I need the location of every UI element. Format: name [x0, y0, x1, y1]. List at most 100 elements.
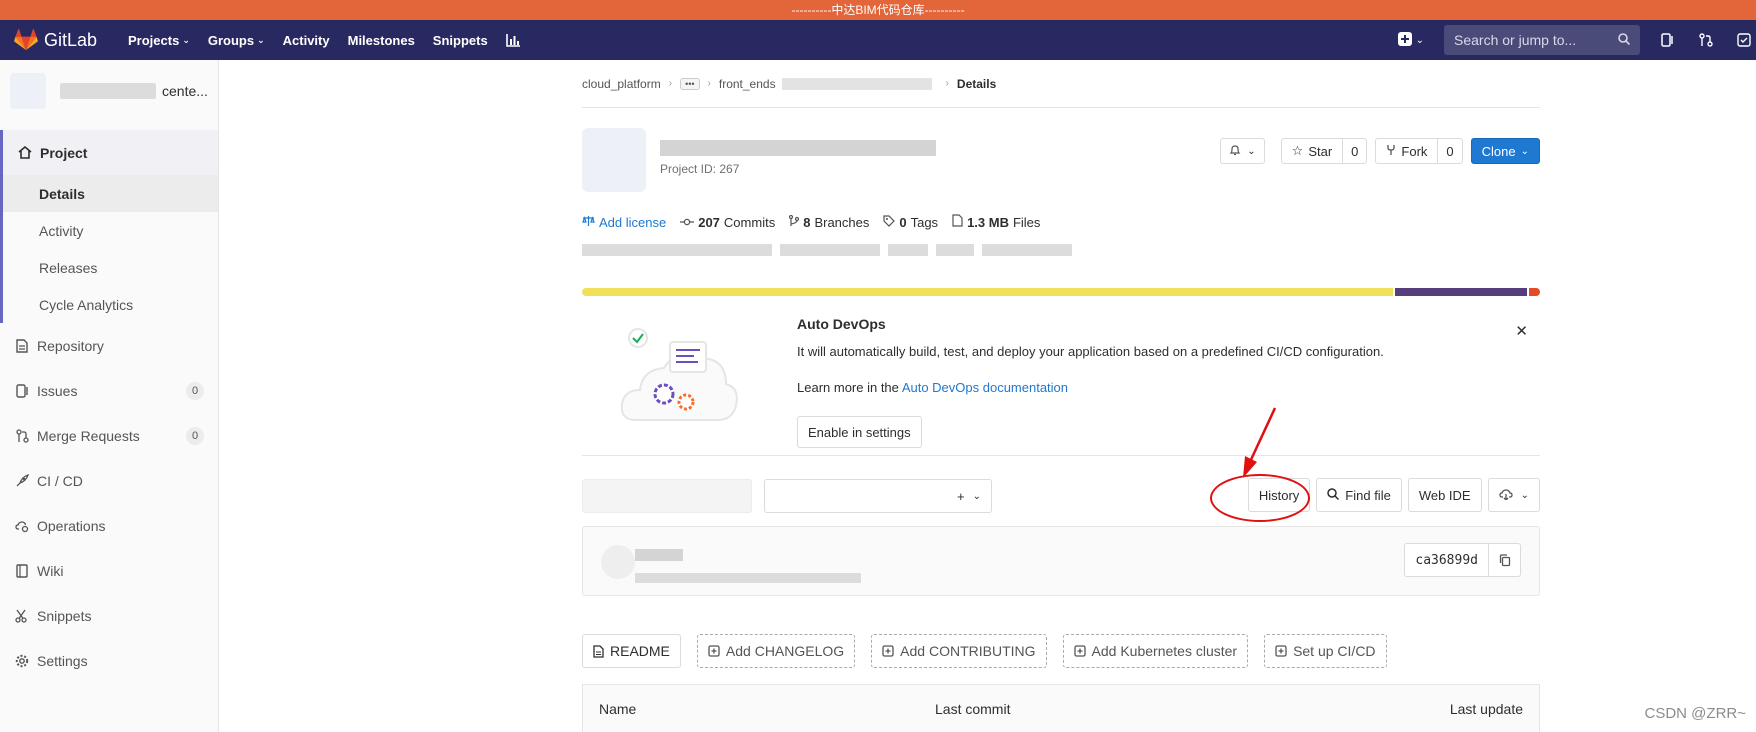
add-changelog-button[interactable]: Add CHANGELOG [696, 634, 856, 668]
enable-in-settings-button[interactable]: Enable in settings [797, 416, 922, 448]
blurred-commit-meta [635, 573, 861, 583]
sidebar-item-cycle-analytics[interactable]: Cycle Analytics [3, 286, 218, 323]
notification-dropdown-button[interactable]: ⌄ [1220, 138, 1265, 164]
nav-groups-label: Groups [207, 32, 255, 48]
blurred-path-dropdown[interactable]: + ⌄ [764, 479, 992, 513]
tags-count: 0 [899, 214, 907, 230]
add-license-link[interactable]: Add license [582, 215, 666, 230]
project-sidebar: cente... Project Details Activity Releas… [0, 60, 219, 732]
clone-dropdown-button[interactable]: Clone ⌄ [1470, 138, 1540, 164]
star-group: ☆ Star 0 [1280, 138, 1368, 164]
breadcrumb-group[interactable]: front_ends [719, 77, 776, 91]
add-license-label: Add license [599, 214, 667, 230]
sidebar-item-releases[interactable]: Releases [3, 249, 218, 286]
breadcrumb-more-icon[interactable]: ••• [680, 77, 700, 90]
download-dropdown-button[interactable]: ⌄ [1487, 478, 1540, 512]
nav-snippets[interactable]: Snippets [433, 33, 488, 48]
nav-activity[interactable]: Activity [283, 33, 330, 48]
issues-icon[interactable] [1656, 28, 1680, 52]
fork-icon [1386, 144, 1396, 159]
auto-devops-docs-link[interactable]: Auto DevOps documentation [902, 380, 1068, 395]
sidebar-item-ci-cd[interactable]: CI / CD [0, 458, 218, 503]
todo-icon[interactable] [1732, 28, 1756, 52]
top-navbar: GitLab Projects ⌄ Groups ⌄ Activity Milest… [0, 20, 1756, 60]
language-bar [582, 288, 1540, 296]
commits-stat[interactable]: 207 Commits [680, 215, 775, 230]
merge-request-icon[interactable] [1694, 28, 1718, 52]
blurred-branch-selector[interactable] [582, 479, 752, 513]
plus-square-icon [1073, 645, 1086, 657]
sidebar-item-issues[interactable]: Issues 0 [0, 368, 218, 413]
plus-icon: + [957, 488, 965, 504]
find-file-button[interactable]: Find file [1316, 478, 1402, 512]
issues-icon [13, 383, 31, 398]
annotation-arrow [1243, 407, 1277, 478]
sidebar-item-label: CI / CD [37, 472, 83, 489]
branches-label: Branches [814, 214, 870, 230]
sidebar-project-section: Project Details Activity Releases Cycle … [0, 130, 218, 323]
breadcrumb-root[interactable]: cloud_platform [582, 77, 661, 91]
auto-devops-title: Auto DevOps [797, 316, 886, 332]
download-cloud-icon [1498, 488, 1513, 503]
rocket-icon [13, 473, 31, 488]
search-input[interactable]: Search or jump to... [1444, 25, 1640, 55]
sidebar-item-repository[interactable]: Repository [0, 323, 218, 368]
search-icon [1327, 487, 1340, 503]
quick-actions: README Add CHANGELOG Add CONTRIBUTING Ad… [582, 634, 1403, 668]
close-icon[interactable]: ✕ [1515, 322, 1528, 340]
chevron-down-icon: ⌄ [1247, 145, 1256, 157]
files-stat[interactable]: 1.3 MB Files [952, 214, 1040, 230]
sidebar-item-operations[interactable]: Operations [0, 503, 218, 548]
plus-square-icon [708, 645, 720, 657]
files-label: Files [1012, 214, 1041, 230]
branches-stat[interactable]: 8 Branches [789, 214, 870, 230]
column-header-last-update: Last update [1449, 700, 1523, 717]
breadcrumb-current[interactable]: Details [957, 77, 996, 91]
web-ide-button[interactable]: Web IDE [1407, 478, 1482, 512]
tags-stat[interactable]: 0 Tags [883, 215, 938, 230]
nav-projects-label: Projects [128, 32, 180, 48]
add-contributing-button[interactable]: Add CONTRIBUTING [871, 634, 1047, 668]
sidebar-item-details[interactable]: Details [3, 175, 218, 212]
merge-requests-count-badge: 0 [186, 426, 204, 445]
learn-more-prefix: Learn more in the [797, 380, 899, 395]
fork-count[interactable]: 0 [1438, 138, 1463, 164]
new-dropdown-button[interactable]: ⌄ [1397, 31, 1424, 49]
chevron-down-icon: ⌄ [1415, 34, 1424, 46]
gitlab-logo[interactable]: GitLab [14, 29, 110, 51]
sidebar-item-merge-requests[interactable]: Merge Requests 0 [0, 413, 218, 458]
sidebar-item-settings[interactable]: Settings [0, 638, 218, 683]
commit-sha[interactable]: ca36899d [1404, 543, 1489, 577]
language-segment [1529, 288, 1540, 296]
project-header-buttons: ⌄ ☆ Star 0 Fork 0 Clone ⌄ [1220, 138, 1540, 164]
blurred-breadcrumb-project[interactable] [781, 77, 932, 90]
commit-author-avatar[interactable] [601, 545, 635, 579]
chart-icon[interactable] [505, 33, 520, 47]
language-segment [582, 288, 1396, 296]
column-header-last-commit: Last commit [935, 700, 1011, 717]
add-kubernetes-cluster-button[interactable]: Add Kubernetes cluster [1062, 634, 1249, 668]
search-placeholder: Search or jump to... [1454, 32, 1577, 48]
readme-button[interactable]: README [582, 634, 681, 668]
nav-projects[interactable]: Projects ⌄ [128, 33, 190, 48]
doc-icon [13, 338, 31, 353]
sidebar-item-activity[interactable]: Activity [3, 212, 218, 249]
add-kubernetes-label: Add Kubernetes cluster [1091, 643, 1238, 659]
sidebar-project-context[interactable]: cente... [0, 60, 218, 122]
sidebar-item-project[interactable]: Project [3, 130, 218, 175]
sidebar-item-wiki[interactable]: Wiki [0, 548, 218, 593]
nav-milestones[interactable]: Milestones [348, 33, 415, 48]
star-count[interactable]: 0 [1343, 138, 1368, 164]
star-button[interactable]: ☆ Star [1280, 138, 1344, 164]
tag-icon [883, 214, 896, 230]
setup-ci-cd-button[interactable]: Set up CI/CD [1264, 634, 1387, 668]
sidebar-item-label: Repository [37, 337, 104, 354]
fork-button[interactable]: Fork [1375, 138, 1439, 164]
nav-groups[interactable]: Groups ⌄ [208, 33, 265, 48]
blurred-commit-title[interactable] [635, 549, 683, 561]
column-header-name: Name [599, 700, 637, 717]
copy-icon[interactable] [1489, 543, 1521, 577]
search-icon [1618, 32, 1631, 48]
chevron-down-icon: ⌄ [972, 490, 981, 502]
sidebar-item-snippets[interactable]: Snippets [0, 593, 218, 638]
